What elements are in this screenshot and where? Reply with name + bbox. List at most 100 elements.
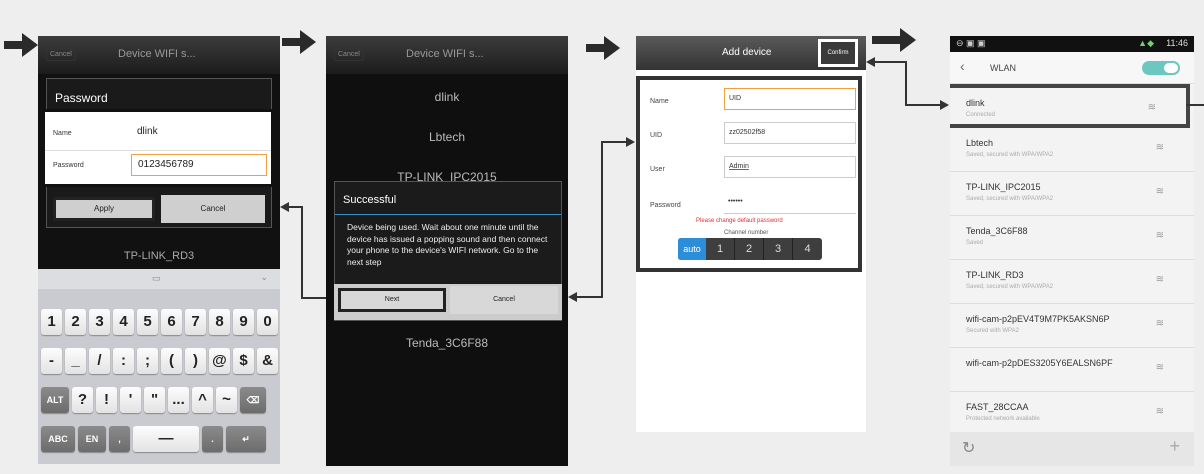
connector-line [874, 61, 906, 63]
wlan-name: Lbtech [966, 138, 994, 148]
name-label: Name [53, 130, 72, 137]
confirm-button[interactable]: Confirm [818, 39, 858, 67]
network-name[interactable]: dlink [326, 90, 568, 104]
keyboard-bar: ▭ ⌄ [38, 269, 280, 289]
name-input[interactable]: dlink [137, 126, 158, 137]
key[interactable]: 6 [161, 309, 182, 335]
wlan-item[interactable]: FAST_28CCAA Protected network available ≋ [950, 392, 1194, 436]
add-icon[interactable]: + [1169, 436, 1180, 457]
wlan-status: Secured with WPA2 [966, 328, 1019, 334]
key[interactable]: 4 [113, 309, 134, 335]
wlan-name: wifi-cam-p2pEV4T9M7PK5AKSN6P [966, 314, 1110, 324]
key[interactable]: ? [72, 387, 93, 413]
key[interactable]: @ [209, 348, 230, 374]
back-icon[interactable]: ‹ [960, 58, 965, 74]
wlan-name: FAST_28CCAA [966, 402, 1029, 412]
channel-1[interactable]: 1 [706, 238, 735, 260]
name-input[interactable]: UID [724, 88, 856, 110]
connector-line [1186, 104, 1204, 106]
password-input[interactable]: 0123456789 [131, 154, 267, 176]
key[interactable]: 2 [65, 309, 86, 335]
refresh-icon[interactable]: ↻ [962, 438, 975, 458]
wlan-item[interactable]: dlink Connected ≋ [950, 84, 1190, 128]
wifi-icon: ≋ [1155, 362, 1164, 373]
wlan-toggle[interactable] [1142, 61, 1180, 75]
wlan-status: Connected [966, 112, 996, 118]
password-label: Password [650, 202, 681, 209]
wlan-item[interactable]: wifi-cam-p2pEV4T9M7PK5AKSN6P Secured with… [950, 304, 1194, 348]
channel-3[interactable]: 3 [764, 238, 793, 260]
header-title: WLAN [990, 63, 1017, 73]
key[interactable]: : [113, 348, 134, 374]
key[interactable]: 1 [41, 309, 62, 335]
key[interactable]: 9 [233, 309, 254, 335]
phone-add-device-screen: Add device Confirm Name UID UID zz02502f… [636, 36, 866, 432]
key[interactable]: 7 [185, 309, 206, 335]
password-warning: Please change default password [696, 218, 783, 224]
key[interactable]: 0 [257, 309, 278, 335]
key[interactable]: ALT [41, 387, 69, 413]
key[interactable]: & [257, 348, 278, 374]
key[interactable]: EN [78, 426, 106, 452]
signal-icon: ▲◆ [1138, 38, 1154, 48]
wifi-icon: ≋ [1155, 406, 1164, 417]
wlan-item[interactable]: TP-LINK_IPC2015 Saved, secured with WPA/W… [950, 172, 1194, 216]
uid-label: UID [650, 132, 663, 139]
apply-button[interactable]: Apply [53, 197, 155, 221]
credentials-box: Name dlink Password 0123456789 [42, 109, 274, 187]
status-bar: ⊖ ▣ ▣ 11:46 ▲◆ [950, 36, 1194, 52]
connector-line [905, 61, 907, 105]
key[interactable]: $ [233, 348, 254, 374]
key[interactable]: 8 [209, 309, 230, 335]
wifi-icon: ≋ [1147, 102, 1156, 113]
flow-arrow-1 [4, 33, 38, 57]
channel-auto[interactable]: auto [678, 238, 706, 260]
key[interactable]: / [89, 348, 110, 374]
key[interactable]: ) [185, 348, 206, 374]
flow-arrow-3 [586, 36, 620, 60]
cancel-dialog-button[interactable]: Cancel [161, 195, 265, 223]
user-input[interactable]: Admin [724, 156, 856, 178]
wlan-item[interactable]: TP-LINK_RD3 Saved, secured with WPA/WPA2 ≋ [950, 260, 1194, 304]
uid-input[interactable]: zz02502f58 [724, 122, 856, 144]
keyboard-icon[interactable]: ▭ [152, 273, 161, 284]
channel-4[interactable]: 4 [793, 238, 822, 260]
key[interactable]: ' [120, 387, 141, 413]
key[interactable]: ( [161, 348, 182, 374]
wlan-status: Saved, secured with WPA/WPA2 [966, 196, 1054, 202]
key[interactable]: . [202, 426, 223, 452]
key[interactable]: — [133, 426, 199, 452]
key[interactable]: ... [168, 387, 189, 413]
key[interactable]: ; [137, 348, 158, 374]
key[interactable]: ~ [216, 387, 237, 413]
connector-line [905, 104, 941, 106]
key[interactable]: ↵ [226, 426, 266, 452]
channel-label: Channel number [724, 230, 769, 236]
key[interactable]: " [144, 387, 165, 413]
cancel-button[interactable]: Cancel [46, 48, 76, 61]
next-button[interactable]: Next [338, 288, 446, 312]
wlan-item[interactable]: wifi-cam-p2pDES3205Y6EALSN6PF ≋ [950, 348, 1194, 392]
network-name[interactable]: Tenda_3C6F88 [326, 336, 568, 350]
key[interactable]: ! [96, 387, 117, 413]
wifi-icon: ≋ [1155, 318, 1164, 329]
key[interactable]: ^ [192, 387, 213, 413]
wlan-item[interactable]: Tenda_3C6F88 Saved ≋ [950, 216, 1194, 260]
password-input[interactable]: •••••• [724, 192, 856, 214]
key[interactable]: _ [65, 348, 86, 374]
network-name[interactable]: Lbtech [326, 130, 568, 144]
key[interactable]: , [109, 426, 130, 452]
key[interactable]: 3 [89, 309, 110, 335]
wlan-name: wifi-cam-p2pDES3205Y6EALSN6PF [966, 358, 1113, 368]
channel-2[interactable]: 2 [735, 238, 764, 260]
cancel-button[interactable]: Cancel [334, 48, 364, 61]
key[interactable]: ⌫ [240, 387, 266, 413]
key[interactable]: - [41, 348, 62, 374]
key[interactable]: 5 [137, 309, 158, 335]
connector-line [601, 141, 603, 298]
key[interactable]: ABC [41, 426, 75, 452]
wlan-item[interactable]: Lbtech Saved, secured with WPA/WPA2 ≋ [950, 128, 1194, 172]
cancel-dialog-button[interactable]: Cancel [450, 286, 558, 314]
chevron-down-icon[interactable]: ⌄ [260, 272, 268, 283]
wifi-icon: ≋ [1155, 274, 1164, 285]
